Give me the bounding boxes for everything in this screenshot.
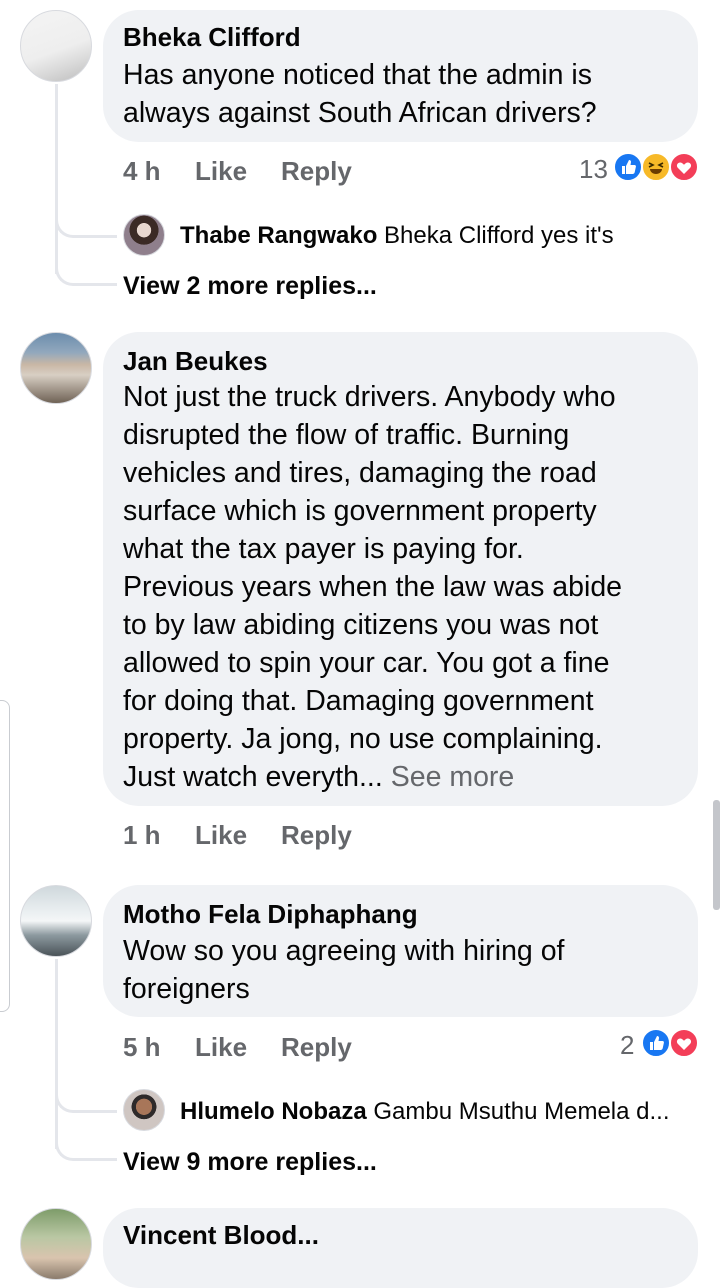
reply-text: Gambu Msuthu Memela d... (373, 1098, 670, 1125)
reply-button[interactable]: Reply (281, 156, 352, 187)
scrollbar-thumb[interactable] (713, 800, 720, 910)
thread-connector (55, 250, 117, 286)
comment-text-line: surface which is government property (123, 495, 597, 527)
reply-author[interactable]: Hlumelo Nobaza (180, 1098, 367, 1125)
comment-text-line: Previous years when the law was abide (123, 571, 623, 603)
like-reaction-icon (641, 1028, 671, 1058)
left-edge-panel (0, 700, 10, 1012)
reply-button[interactable]: Reply (281, 1032, 352, 1063)
like-button[interactable]: Like (195, 156, 247, 187)
avatar[interactable] (20, 885, 92, 957)
comment-author[interactable]: Bheka Clifford (123, 22, 301, 53)
like-button[interactable]: Like (195, 1032, 247, 1063)
comment-text-line: to by law abiding citizens you was not (123, 609, 599, 641)
view-more-replies[interactable]: View 9 more replies... (123, 1148, 377, 1177)
comment-text-line: vehicles and tires, damaging the road (123, 457, 597, 489)
like-reaction-icon (613, 152, 643, 182)
reply-preview[interactable]: Thabe Rangwako Bheka Clifford yes it's (180, 222, 614, 250)
comment-author[interactable]: Vincent Blood... (123, 1220, 319, 1251)
reply-text: Bheka Clifford yes it's (384, 222, 614, 249)
comment-text: Has anyone noticed that the admin is alw… (123, 56, 597, 132)
thread-connector (55, 1125, 117, 1161)
avatar[interactable] (20, 1208, 92, 1280)
thread-line (55, 959, 58, 1149)
comment-text-line: disrupted the flow of traffic. Burning (123, 419, 570, 451)
love-reaction-icon (669, 152, 699, 182)
comment-text-line: property. Ja jong, no use complaining. (123, 723, 603, 755)
comment-timestamp[interactable]: 4 h (123, 156, 161, 187)
comment-text-line: always against South African drivers? (123, 97, 597, 129)
comment-text-line: Just watch everyth... See more (123, 758, 622, 796)
reaction-count[interactable]: 13 (579, 154, 608, 185)
truncated-text: Just watch everyth... (123, 761, 383, 793)
comment-text-line: Has anyone noticed that the admin is (123, 59, 592, 91)
comment-text-line: allowed to spin your car. You got a fine (123, 647, 610, 679)
avatar[interactable] (20, 10, 92, 82)
haha-reaction-icon (641, 152, 671, 182)
reaction-count[interactable]: 2 (620, 1030, 634, 1061)
comment-text-line: foreigners (123, 973, 250, 1005)
thread-connector (55, 1073, 117, 1113)
comment-timestamp[interactable]: 1 h (123, 820, 161, 851)
comment-timestamp[interactable]: 5 h (123, 1032, 161, 1063)
comment-author[interactable]: Jan Beukes (123, 346, 268, 377)
comment-text-line: Not just the truck drivers. Anybody who (123, 381, 616, 413)
comment-author[interactable]: Motho Fela Diphaphang (123, 899, 418, 930)
comment-text-line: what the tax payer is paying for. (123, 533, 524, 565)
avatar[interactable] (123, 214, 165, 256)
see-more-link[interactable]: See more (391, 761, 515, 793)
avatar[interactable] (20, 332, 92, 404)
comment-text-line: Wow so you agreeing with hiring of (123, 935, 565, 967)
reply-button[interactable]: Reply (281, 820, 352, 851)
view-more-replies[interactable]: View 2 more replies... (123, 272, 377, 301)
thread-line (55, 84, 58, 274)
avatar[interactable] (123, 1089, 165, 1131)
thread-connector (55, 198, 117, 238)
like-button[interactable]: Like (195, 820, 247, 851)
reply-preview[interactable]: Hlumelo Nobaza Gambu Msuthu Memela d... (180, 1098, 670, 1126)
comment-text-line: for doing that. Damaging government (123, 685, 594, 717)
comment-text: Wow so you agreeing with hiring of forei… (123, 932, 564, 1008)
comment-text: Not just the truck drivers. Anybody who … (123, 378, 622, 796)
love-reaction-icon (669, 1028, 699, 1058)
reply-author[interactable]: Thabe Rangwako (180, 222, 377, 249)
